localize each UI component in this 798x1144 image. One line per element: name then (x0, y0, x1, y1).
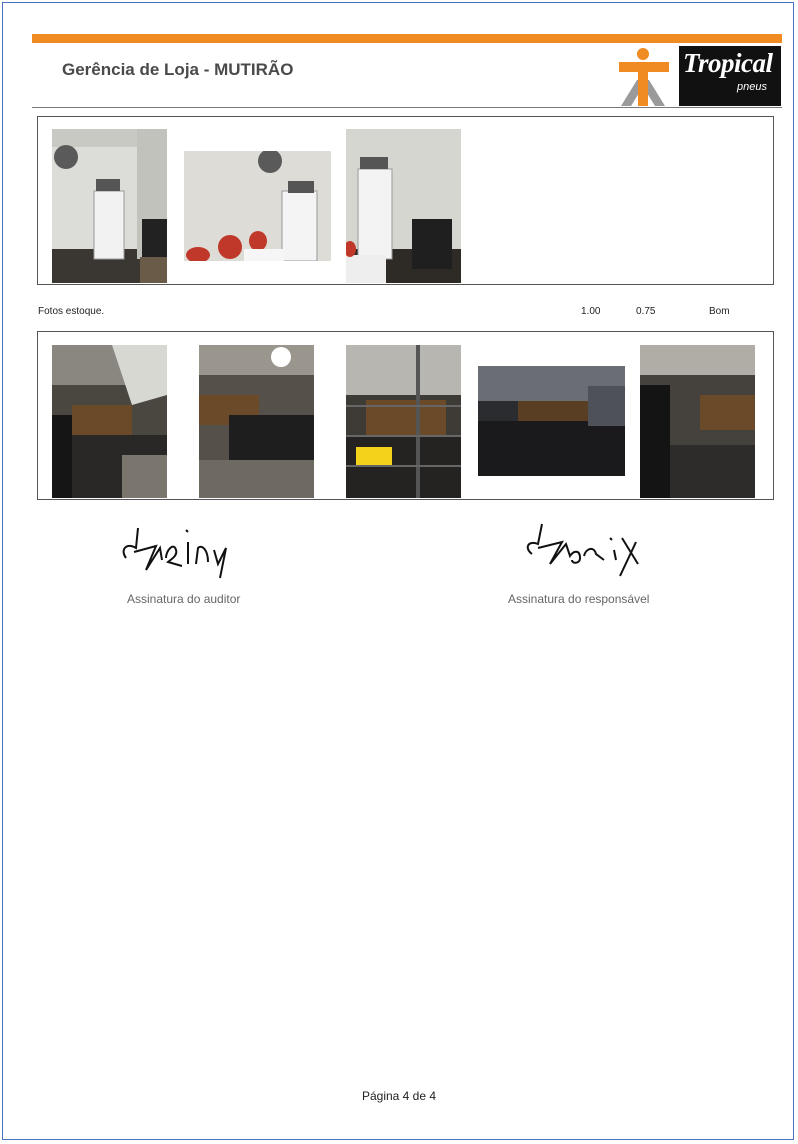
page-number: Página 4 de 4 (361, 1089, 437, 1103)
item-rating: Bom (709, 306, 730, 317)
item-description: Fotos estoque. (38, 306, 105, 317)
office-photo-2 (184, 151, 331, 261)
warehouse-photo-1 (52, 345, 167, 498)
page-title: Gerência de Loja - MUTIRÃO (62, 60, 294, 79)
header-divider (32, 107, 782, 108)
logo-mark-icon (619, 48, 669, 106)
logo-subtext: pneus (737, 81, 767, 93)
logo-text: Tropical (683, 48, 773, 78)
auditor-signature (116, 520, 236, 580)
responsible-signature-label: Assinatura do responsável (508, 592, 650, 606)
item-value-1: 1.00 (581, 306, 601, 317)
warehouse-photo-2 (199, 345, 314, 498)
tropical-pneus-logo: Tropical pneus (617, 46, 781, 108)
responsible-signature (518, 520, 648, 580)
warehouse-photo-4 (478, 366, 625, 476)
office-photo-1 (52, 129, 167, 283)
warehouse-photo-3 (346, 345, 461, 498)
item-value-2: 0.75 (636, 306, 656, 317)
auditor-signature-label: Assinatura do auditor (127, 592, 241, 606)
warehouse-photo-5 (640, 345, 755, 498)
office-photo-3 (346, 129, 461, 283)
header-accent-bar (32, 34, 782, 43)
